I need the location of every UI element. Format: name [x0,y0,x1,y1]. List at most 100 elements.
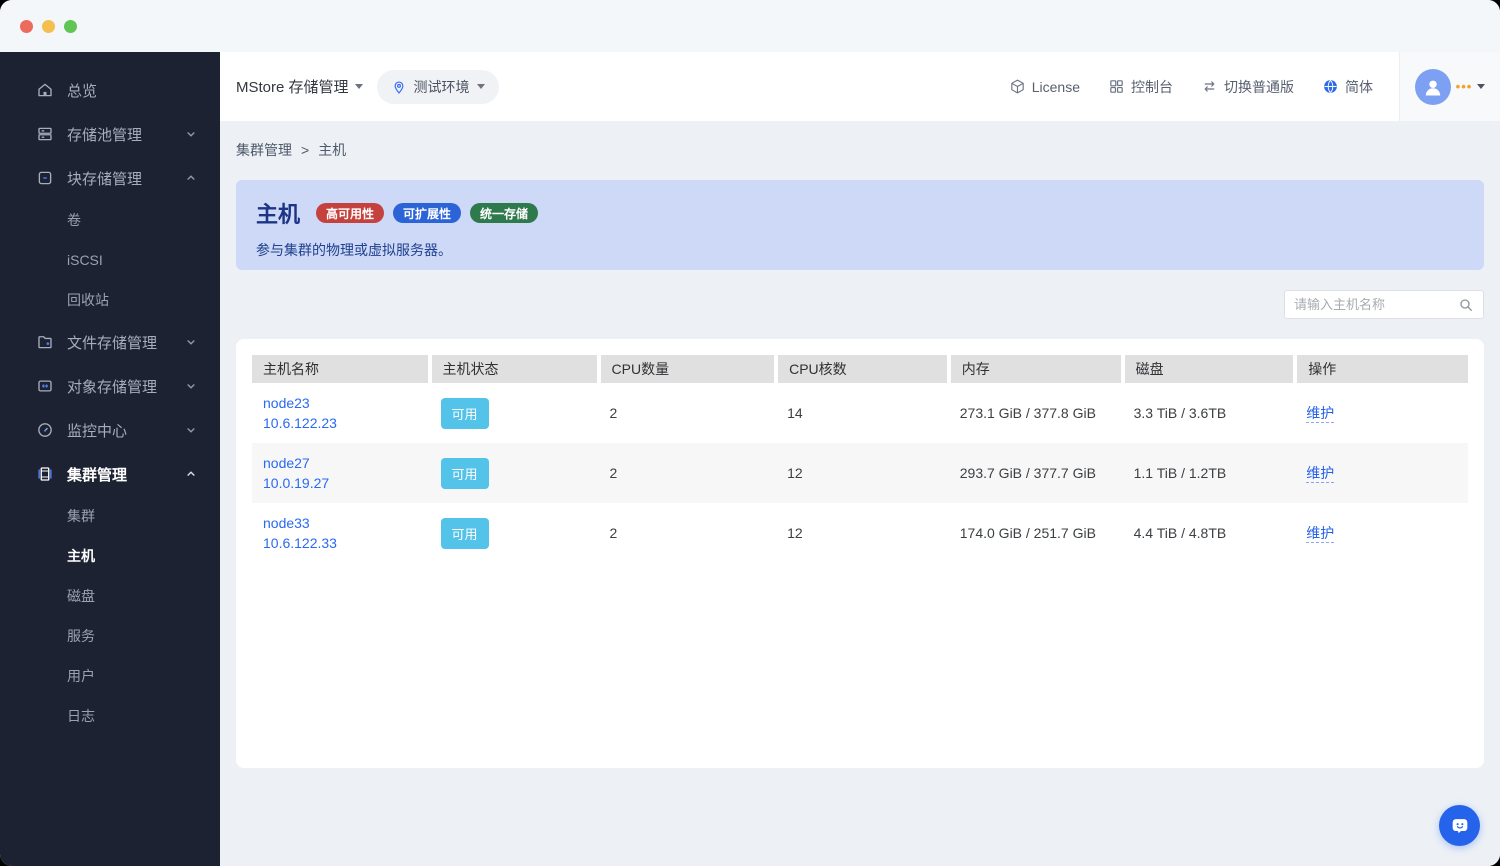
chevron-down-icon [187,340,195,345]
file-storage-icon [36,333,54,351]
maintain-action-link[interactable]: 维护 [1306,405,1335,423]
search-input[interactable] [1294,297,1458,312]
sidebar-item-label: 集群管理 [67,466,128,484]
sidebar-item-label: 存储池管理 [67,126,143,144]
maximize-window-button[interactable] [64,19,77,33]
cpu-count-cell: 2 [609,465,618,481]
chevron-down-icon [1477,84,1486,89]
main-content: 集群管理 > 主机 主机 高可用性 可扩展性 统一存储 参与集群的物理或虚拟服务… [220,121,1500,866]
badge-high-availability: 高可用性 [316,203,385,223]
chat-support-button[interactable] [1439,805,1480,846]
breadcrumb: 集群管理 > 主机 [236,140,1484,160]
memory-cell: 273.1 GiB / 377.8 GiB [959,405,1096,421]
sidebar-item-storage-pool[interactable]: 存储池管理 [0,112,220,156]
host-ip-link[interactable]: 10.6.122.33 [263,533,419,553]
chevron-down-icon [354,84,363,89]
user-menu[interactable]: ••• [1399,52,1500,121]
sidebar-item-overview[interactable]: 总览 [0,68,220,112]
cpu-cores-cell: 12 [787,525,803,541]
column-header-host-status: 主机状态 [429,355,601,383]
host-ip-link[interactable]: 10.6.122.23 [263,413,419,433]
sidebar: 总览 存储池管理 块存储管理 卷 iSCSI 回收站 文件存储管理 对象存储管理… [0,52,220,866]
sidebar-item-label: 监控中心 [67,422,128,440]
breadcrumb-parent[interactable]: 集群管理 [236,140,292,160]
badge-scalability: 可扩展性 [393,203,462,223]
host-ip-link[interactable]: 10.0.19.27 [263,473,419,493]
globe-icon [1324,79,1337,94]
host-name-link[interactable]: node23 [263,393,419,413]
maintain-action-link[interactable]: 维护 [1306,525,1335,543]
host-search [1284,290,1484,319]
avatar [1414,68,1451,105]
status-badge: 可用 [440,397,489,429]
status-badge: 可用 [440,457,489,489]
sidebar-item-label: 总览 [67,82,98,100]
sidebar-item-volumes[interactable]: 卷 [0,200,220,240]
app-title: MStore 存储管理 [236,79,349,96]
sidebar-sub-label: 回收站 [67,292,109,308]
sidebar-sub-label: 主机 [67,548,95,564]
sidebar-item-cluster[interactable]: 集群 [0,496,220,536]
close-window-button[interactable] [20,19,33,33]
console-grid-icon [1110,80,1123,93]
console-label: 控制台 [1131,78,1173,95]
chevron-down-icon [187,132,195,137]
column-header-disk: 磁盘 [1122,355,1298,383]
memory-cell: 293.7 GiB / 377.7 GiB [959,465,1096,481]
sidebar-item-recycle-bin[interactable]: 回收站 [0,280,220,320]
switch-arrows-icon [1204,81,1215,92]
block-storage-icon [36,169,54,187]
sidebar-item-label: 对象存储管理 [67,378,158,396]
table-row: node23 10.6.122.23 可用 2 14 273.1 GiB / 3… [252,383,1468,443]
sidebar-item-services[interactable]: 服务 [0,616,220,656]
sidebar-item-iscsi[interactable]: iSCSI [0,240,220,280]
page-banner: 主机 高可用性 可扩展性 统一存储 参与集群的物理或虚拟服务器。 [236,180,1484,270]
chevron-down-icon [187,428,195,433]
environment-label: 测试环境 [413,78,470,95]
chevron-down-icon [187,384,195,389]
disk-cell: 4.4 TiB / 4.8TB [1133,525,1227,541]
language-button[interactable]: 简体 [1322,77,1373,97]
app-title-dropdown[interactable]: MStore 存储管理 [236,76,363,97]
sidebar-item-block-storage[interactable]: 块存储管理 [0,156,220,200]
sidebar-item-object-storage[interactable]: 对象存储管理 [0,364,220,408]
maintain-action-link[interactable]: 维护 [1306,465,1335,483]
host-name-link[interactable]: node33 [263,513,419,533]
home-icon [36,81,54,99]
object-storage-icon [36,377,54,395]
switch-edition-button[interactable]: 切换普通版 [1201,77,1294,97]
memory-cell: 174.0 GiB / 251.7 GiB [959,525,1096,541]
sidebar-item-label: 文件存储管理 [67,334,158,352]
page-description: 参与集群的物理或虚拟服务器。 [256,242,452,258]
console-button[interactable]: 控制台 [1108,77,1173,97]
search-icon[interactable] [1458,297,1474,313]
cpu-cores-cell: 12 [787,465,803,481]
environment-selector[interactable]: 测试环境 [376,69,499,104]
sidebar-item-disks[interactable]: 磁盘 [0,576,220,616]
sidebar-item-file-storage[interactable]: 文件存储管理 [0,320,220,364]
cpu-count-cell: 2 [609,525,618,541]
column-header-host-name: 主机名称 [252,355,432,383]
chevron-up-icon [187,175,195,180]
chevron-up-icon [187,471,195,476]
sidebar-item-users[interactable]: 用户 [0,656,220,696]
sidebar-sub-label: 日志 [67,708,95,724]
window-controls [20,19,77,33]
chat-smiley-icon [1452,818,1467,833]
sidebar-item-cluster-management[interactable]: 集群管理 [0,452,220,496]
sidebar-item-logs[interactable]: 日志 [0,696,220,736]
minimize-window-button[interactable] [42,19,55,33]
column-header-cpu-cores: CPU核数 [776,355,951,383]
cpu-cores-cell: 14 [787,405,803,421]
column-header-memory: 内存 [948,355,1125,383]
table-row: node33 10.6.122.33 可用 2 12 174.0 GiB / 2… [252,503,1468,563]
disk-cell: 1.1 TiB / 1.2TB [1133,465,1227,481]
table-header-row: 主机名称 主机状态 CPU数量 CPU核数 内存 磁盘 操作 [252,355,1468,383]
host-name-link[interactable]: node27 [263,453,419,473]
license-button[interactable]: License [1009,78,1080,95]
license-box-icon [1011,79,1024,94]
hosts-table-card: 主机名称 主机状态 CPU数量 CPU核数 内存 磁盘 操作 node23 10… [236,339,1484,768]
top-header-bar: MStore 存储管理 测试环境 License 控制台 切换普通版 简体 ••… [220,52,1500,121]
sidebar-item-hosts[interactable]: 主机 [0,536,220,576]
sidebar-item-monitor-center[interactable]: 监控中心 [0,408,220,452]
